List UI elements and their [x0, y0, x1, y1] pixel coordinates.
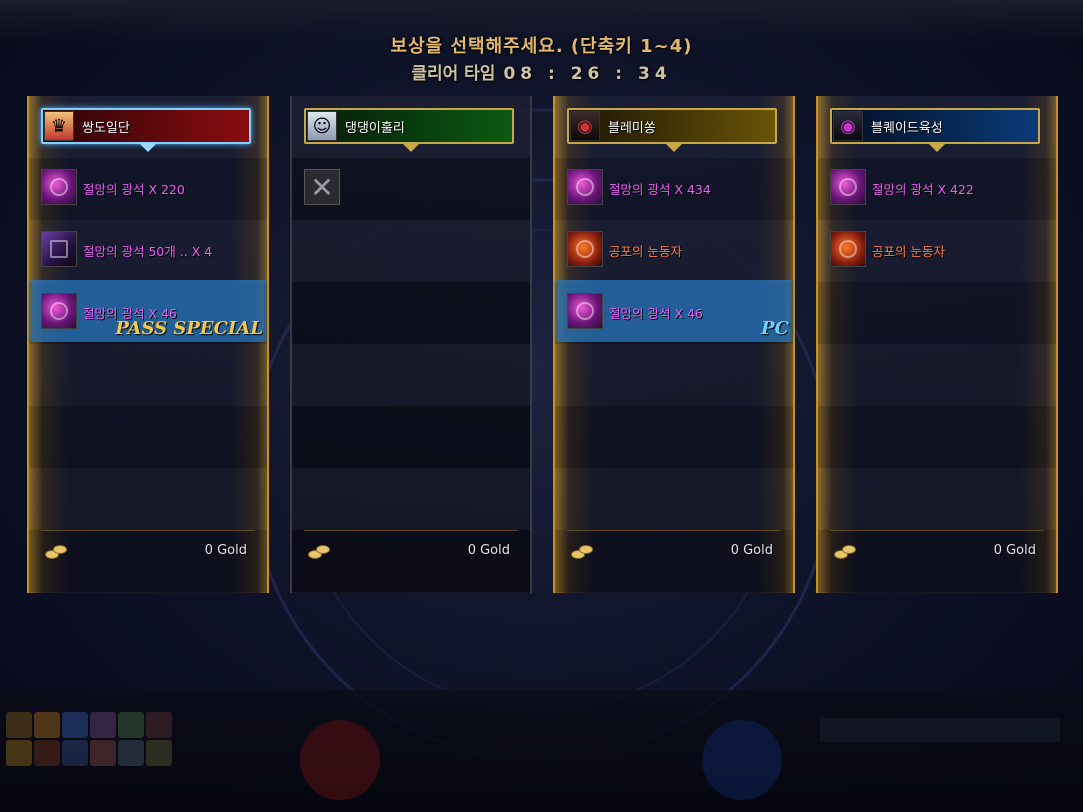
clear-time-value: 08 : 26 : 34: [503, 64, 672, 84]
eye-gem-icon: [567, 231, 603, 267]
gold-coin-icon: [834, 544, 856, 559]
reward-item[interactable]: 절망의 광석 X 422: [816, 156, 1058, 218]
namebar-pointer: [928, 143, 946, 152]
clear-time-label: 클리어 타임: [411, 64, 496, 84]
player-name: 블레미쏭: [608, 120, 656, 136]
player-portrait-icon: ◉: [570, 111, 600, 141]
gold-divider: [304, 530, 518, 531]
pass-special-badge: PASS SPECIAL: [115, 318, 263, 339]
namebar-pointer: [665, 143, 683, 152]
player-name: 블퀘이드육성: [871, 120, 943, 136]
reward-column-4[interactable]: ◉ 블퀘이드육성 절망의 광석 X 422 공포의 눈동자 0 Gold: [816, 96, 1058, 593]
gold-row: 0 Gold: [553, 542, 795, 562]
gold-coin-icon: [571, 544, 593, 559]
reward-item-label: 절망의 광석 X 220: [83, 182, 185, 197]
reward-item-label: 절망의 광석 X 434: [609, 182, 711, 197]
reward-title: 보상을 선택해주세요. (단축키 1~4): [390, 36, 693, 57]
purple-ore-icon: [41, 293, 77, 329]
reward-item-label: 절망의 광석 50개 .. X 4: [83, 244, 213, 259]
gold-amount: 0 Gold: [730, 543, 773, 558]
reward-header: 보상을 선택해주세요. (단축키 1~4) 클리어 타임 08 : 26 : 34: [0, 32, 1083, 84]
ore-bundle-icon: [41, 231, 77, 267]
gold-row: 0 Gold: [27, 542, 269, 562]
pc-badge: PC: [761, 318, 789, 339]
player-namebar: ◉ 블레미쏭: [567, 108, 777, 152]
gold-divider: [567, 530, 781, 531]
reward-item[interactable]: ✕: [290, 156, 532, 218]
player-namebar: ♛ 쌍도일단: [41, 108, 251, 152]
player-portrait-icon: ♛: [44, 111, 74, 141]
gold-coin-icon: [45, 544, 67, 559]
player-name: 쌍도일단: [82, 120, 130, 136]
namebar-pointer: [402, 143, 420, 152]
purple-ore-icon: [567, 169, 603, 205]
reward-column-1[interactable]: ♛ 쌍도일단 절망의 광석 X 220 절망의 광석 50개 .. X 4 절망…: [27, 96, 269, 593]
purple-ore-icon: [41, 169, 77, 205]
gold-coin-icon: [308, 544, 330, 559]
reward-item[interactable]: 절망의 광석 X 46 PC: [553, 280, 795, 342]
gold-amount: 0 Gold: [204, 543, 247, 558]
purple-ore-icon: [567, 293, 603, 329]
player-namebar: ☺ 댕댕이훌리: [304, 108, 514, 152]
reward-column-3[interactable]: ◉ 블레미쏭 절망의 광석 X 434 공포의 눈동자 절망의 광석 X 46 …: [553, 96, 795, 593]
gold-divider: [41, 530, 255, 531]
reward-item[interactable]: 절망의 광석 X 434: [553, 156, 795, 218]
clear-time-row: 클리어 타임 08 : 26 : 34: [0, 59, 1083, 84]
namebar-pointer: [139, 143, 157, 152]
player-portrait-icon: ☺: [307, 111, 337, 141]
bottom-hud: [0, 690, 1083, 812]
reward-item-label: 공포의 눈동자: [609, 244, 682, 259]
reward-item-label: 공포의 눈동자: [872, 244, 945, 259]
player-name: 댕댕이훌리: [345, 120, 405, 136]
reward-item[interactable]: 절망의 광석 50개 .. X 4: [27, 218, 269, 280]
reward-item[interactable]: 공포의 눈동자: [553, 218, 795, 280]
reward-column-2[interactable]: ☺ 댕댕이훌리 ✕ 0 Gold: [290, 96, 532, 593]
gold-row: 0 Gold: [290, 542, 532, 562]
player-namebar: ◉ 블퀘이드육성: [830, 108, 1040, 152]
gold-divider: [830, 530, 1044, 531]
gold-amount: 0 Gold: [467, 543, 510, 558]
reward-item[interactable]: 절망의 광석 X 46 PASS SPECIAL: [27, 280, 269, 342]
reward-item[interactable]: 공포의 눈동자: [816, 218, 1058, 280]
empty-x-icon: ✕: [304, 169, 340, 205]
reward-item[interactable]: 절망의 광석 X 220: [27, 156, 269, 218]
reward-item-label: 절망의 광석 X 46: [609, 306, 703, 321]
purple-ore-icon: [830, 169, 866, 205]
eye-gem-icon: [830, 231, 866, 267]
player-portrait-icon: ◉: [833, 111, 863, 141]
gold-row: 0 Gold: [816, 542, 1058, 562]
reward-item-label: 절망의 광석 X 422: [872, 182, 974, 197]
gold-amount: 0 Gold: [993, 543, 1036, 558]
